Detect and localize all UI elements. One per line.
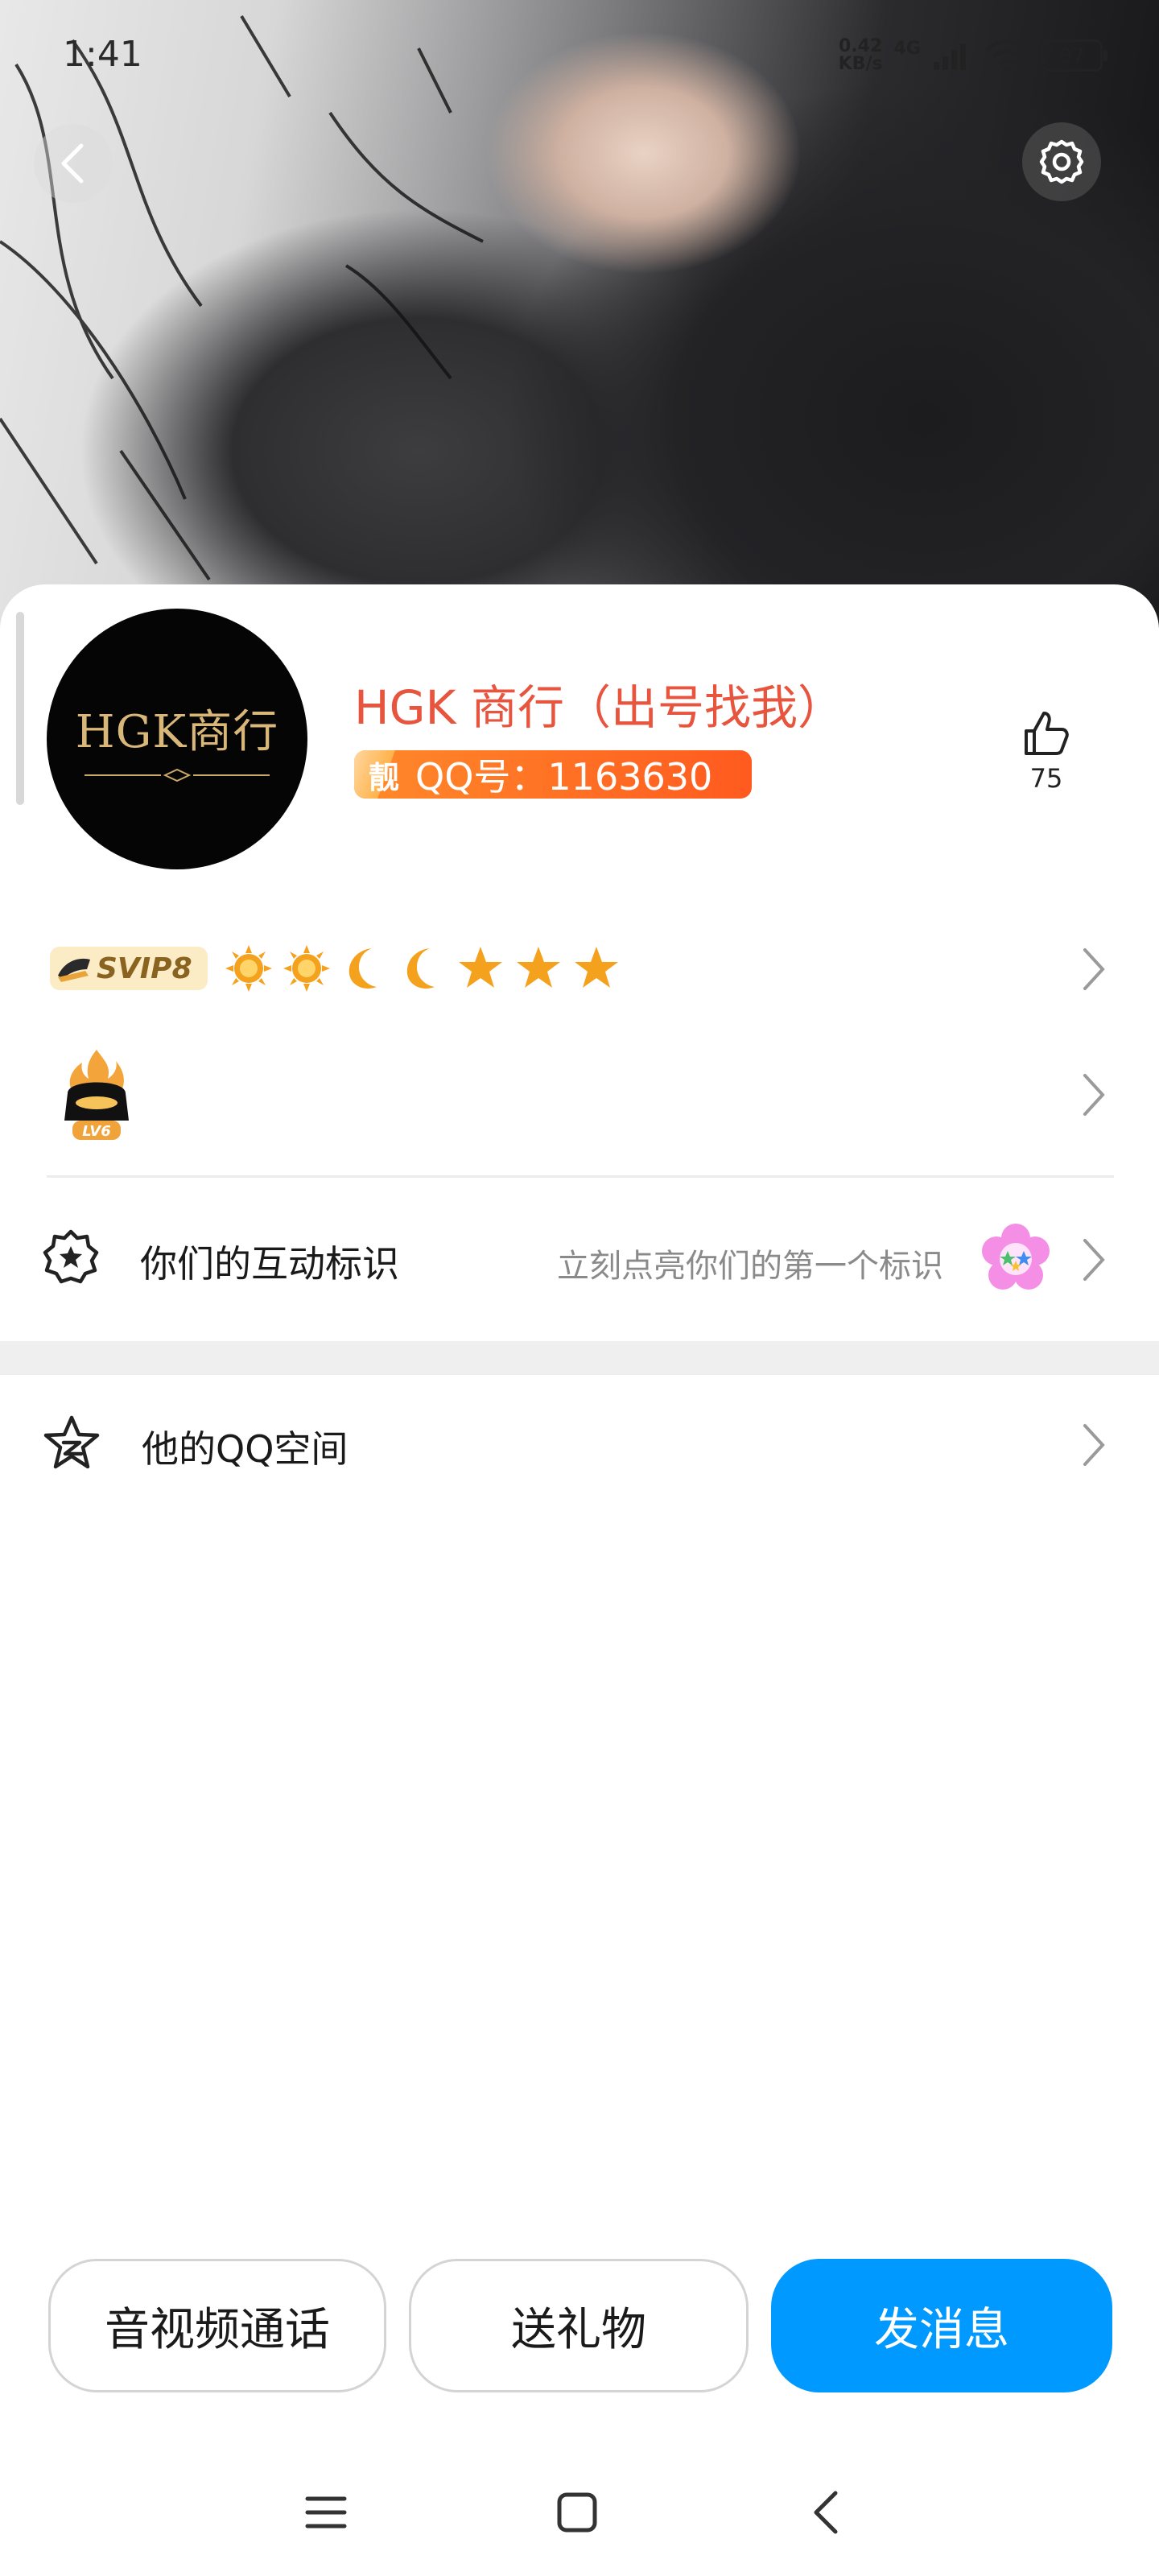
signal-icon: [934, 43, 966, 70]
menu-icon[interactable]: [304, 2492, 348, 2533]
chevron-right-icon: [1083, 1239, 1105, 1281]
chevron-right-icon: [1083, 1074, 1105, 1116]
nickname: HGK 商行（出号找我）: [354, 680, 845, 735]
star-icon: [517, 947, 560, 988]
divider: [47, 1175, 1114, 1178]
avatar-logo-text: HGK商行: [75, 705, 279, 758]
settings-button[interactable]: [1022, 122, 1101, 201]
qzone-label: 他的QQ空间: [142, 1427, 349, 1471]
back-nav-icon[interactable]: [810, 2489, 842, 2536]
status-time: 1:41: [63, 34, 142, 75]
level-badge-icon: LV6: [64, 1050, 129, 1140]
chevron-right-icon: [1083, 1424, 1105, 1466]
star-icon: [459, 947, 502, 988]
status-icons: 0.42 KB/s 4G 97: [838, 35, 1107, 76]
moon-icon: [349, 948, 377, 989]
flower-icon: [982, 1224, 1050, 1290]
interaction-mark-label: 你们的互动标识: [140, 1242, 399, 1286]
svip-badge: SVIP8: [50, 947, 208, 990]
chevron-right-icon: [1083, 948, 1105, 990]
thumbs-up-icon: [1025, 712, 1069, 755]
avatar-ornament: [85, 768, 270, 782]
qq-number: QQ号：1163630: [415, 755, 713, 799]
avatar[interactable]: HGK商行: [47, 609, 307, 869]
send-gift-button[interactable]: 送礼物: [409, 2259, 749, 2392]
qq-level-icons: [224, 943, 621, 993]
svip-crown-icon: [58, 958, 90, 982]
network-type: 4G: [893, 38, 921, 59]
send-message-button[interactable]: 发消息: [771, 2259, 1112, 2392]
like-count: 75: [1029, 763, 1063, 794]
svip-label: SVIP8: [97, 952, 192, 985]
moon-icon: [406, 948, 435, 989]
game-level-row[interactable]: [0, 1046, 1159, 1143]
qzone-star-icon: [43, 1415, 100, 1469]
sun-icon: [225, 945, 272, 992]
voice-video-call-button[interactable]: 音视频通话: [48, 2259, 386, 2392]
back-button[interactable]: [34, 124, 113, 203]
qq-number-badge[interactable]: 靓 QQ号：1163630: [354, 750, 752, 799]
status-bar: 1:41 0.42 KB/s 4G 97: [0, 0, 1159, 113]
sun-icon: [283, 945, 330, 992]
like-button[interactable]: 75: [1016, 708, 1077, 794]
battery-indicator: 97: [1041, 39, 1107, 72]
interaction-mark-hint: 立刻点亮你们的第一个标识: [557, 1248, 943, 1285]
scroll-indicator: [16, 612, 24, 805]
pretty-number-tag: 靓: [354, 750, 410, 799]
system-nav-bar: [0, 2471, 1159, 2552]
network-speed: 0.42 KB/s: [838, 36, 883, 74]
chevron-left-icon: [61, 143, 84, 184]
gear-icon: [1039, 139, 1084, 184]
level-badge-text: LV6: [82, 1123, 110, 1140]
wifi-icon: [985, 39, 1029, 72]
section-separator: [0, 1341, 1159, 1375]
star-icon: [575, 947, 618, 988]
home-icon[interactable]: [555, 2491, 599, 2534]
badge-star-icon: [43, 1229, 99, 1284]
